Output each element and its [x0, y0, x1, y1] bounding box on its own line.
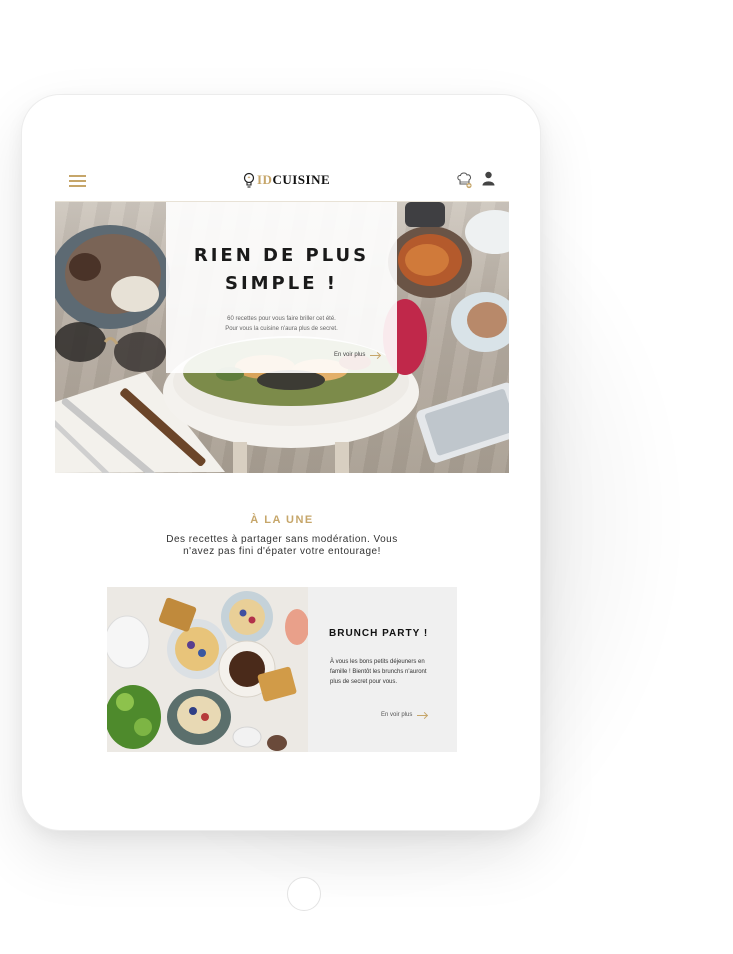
- featured-section-subtitle: Des recettes à partager sans modération.…: [166, 534, 398, 557]
- arrow-right-icon: [370, 354, 381, 356]
- hero-overlay-card: RIEN DE PLUS SIMPLE ! 60 recettes pour v…: [166, 202, 397, 373]
- user-icon[interactable]: [482, 171, 495, 186]
- chef-hat-icon[interactable]: [456, 171, 473, 189]
- arrow-right-icon: [417, 714, 428, 716]
- hero-subtitle: 60 recettes pour vous faire briller cet …: [166, 314, 397, 334]
- hero-title: RIEN DE PLUS SIMPLE !: [166, 242, 397, 298]
- hero-banner: RIEN DE PLUS SIMPLE ! 60 recettes pour v…: [55, 202, 509, 473]
- card-see-more-link[interactable]: En voir plus: [381, 712, 428, 718]
- hero-see-more-label: En voir plus: [334, 352, 366, 358]
- home-button: [287, 877, 321, 911]
- hero-see-more-link[interactable]: En voir plus: [334, 352, 381, 358]
- brunch-photo: [107, 587, 308, 752]
- brunch-party-card[interactable]: BRUNCH PARTY ! À vous les bons petits dé…: [107, 587, 457, 752]
- card-description: À vous les bons petits déjeuners en fami…: [330, 659, 427, 685]
- hero-title-line2: SIMPLE !: [224, 273, 338, 294]
- site-logo[interactable]: ID CUISINE: [243, 171, 330, 189]
- card-title: BRUNCH PARTY !: [329, 628, 429, 639]
- top-navigation-bar: ID CUISINE: [55, 158, 509, 202]
- hamburger-icon[interactable]: [69, 175, 86, 187]
- lightbulb-icon: [243, 172, 255, 188]
- hero-subtitle-line2: Pour vous la cuisine n'aura plus de secr…: [225, 326, 338, 332]
- featured-section-title: À LA UNE: [250, 514, 314, 526]
- logo-cuisine-text: CUISINE: [272, 172, 331, 187]
- tablet-screen: ID CUISINE RIEN DE PLUS SIMPLE ! 60 rece…: [55, 158, 509, 764]
- card-see-more-label: En voir plus: [381, 712, 413, 718]
- hero-subtitle-line1: 60 recettes pour vous faire briller cet …: [227, 316, 336, 322]
- hero-title-line1: RIEN DE PLUS: [193, 245, 370, 266]
- brunch-photo-art: [107, 587, 308, 752]
- logo-id-text: ID: [257, 172, 273, 187]
